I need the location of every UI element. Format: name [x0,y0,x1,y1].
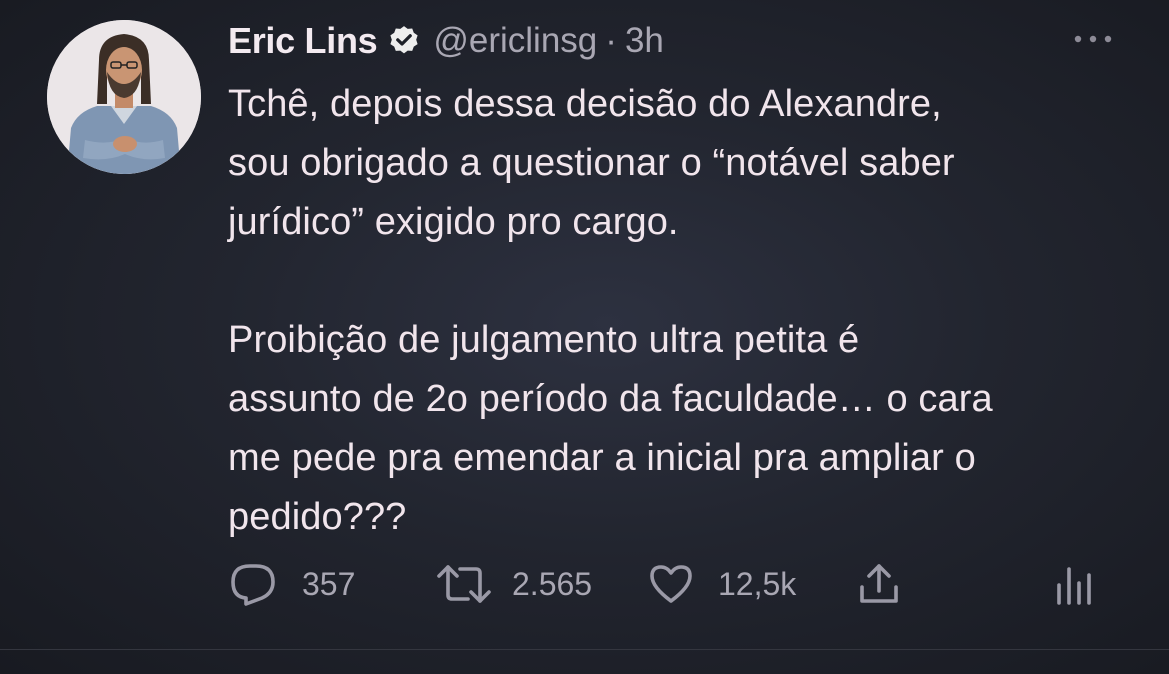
reply-button[interactable]: 357 [228,556,355,612]
author-handle[interactable]: @ericlinsg [433,21,597,61]
timestamp[interactable]: 3h [625,21,664,61]
tweet-text: Tchê, depois dessa decisão do Alexandre,… [228,83,993,538]
like-button[interactable]: 12,5k [648,556,796,612]
action-bar: 357 2.565 12,5k [228,556,1108,612]
reply-bubble-icon [228,561,278,607]
separator-dot: · [605,21,617,60]
tweet-header: Eric Lins @ericlinsg · 3h [228,18,664,64]
analytics-icon [1054,561,1096,607]
retweet-count: 2.565 [512,565,593,602]
avatar[interactable] [47,20,201,174]
retweet-button[interactable]: 2.565 [436,556,592,612]
like-count: 12,5k [718,565,797,602]
share-button[interactable] [856,556,902,612]
tweet: Eric Lins @ericlinsg · 3h Tchê, depois d… [0,0,1169,674]
more-horizontal-icon[interactable] [1070,28,1116,50]
verified-badge-icon [387,24,421,58]
author-name[interactable]: Eric Lins [228,20,378,62]
divider [0,649,1169,650]
retweet-icon [436,563,492,605]
analytics-button[interactable] [1054,556,1096,612]
share-icon [856,561,902,607]
heart-icon [648,563,694,605]
reply-count: 357 [302,565,356,602]
